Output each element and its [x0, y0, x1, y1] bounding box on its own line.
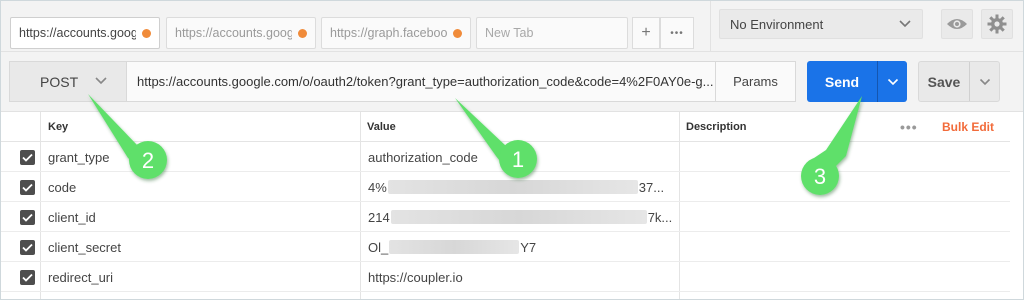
annotation-overlay: 1 2 3 [88, 94, 862, 195]
callout-number-3: 3 [814, 164, 826, 189]
callout-number-2: 2 [142, 148, 154, 173]
callout-number-1: 1 [512, 147, 524, 172]
callout-marker-3 [801, 96, 862, 195]
callout-marker-2 [88, 94, 167, 179]
callout-marker-1 [455, 98, 537, 178]
postman-request-builder: https://accounts.goog https://accounts.g… [0, 0, 1024, 300]
